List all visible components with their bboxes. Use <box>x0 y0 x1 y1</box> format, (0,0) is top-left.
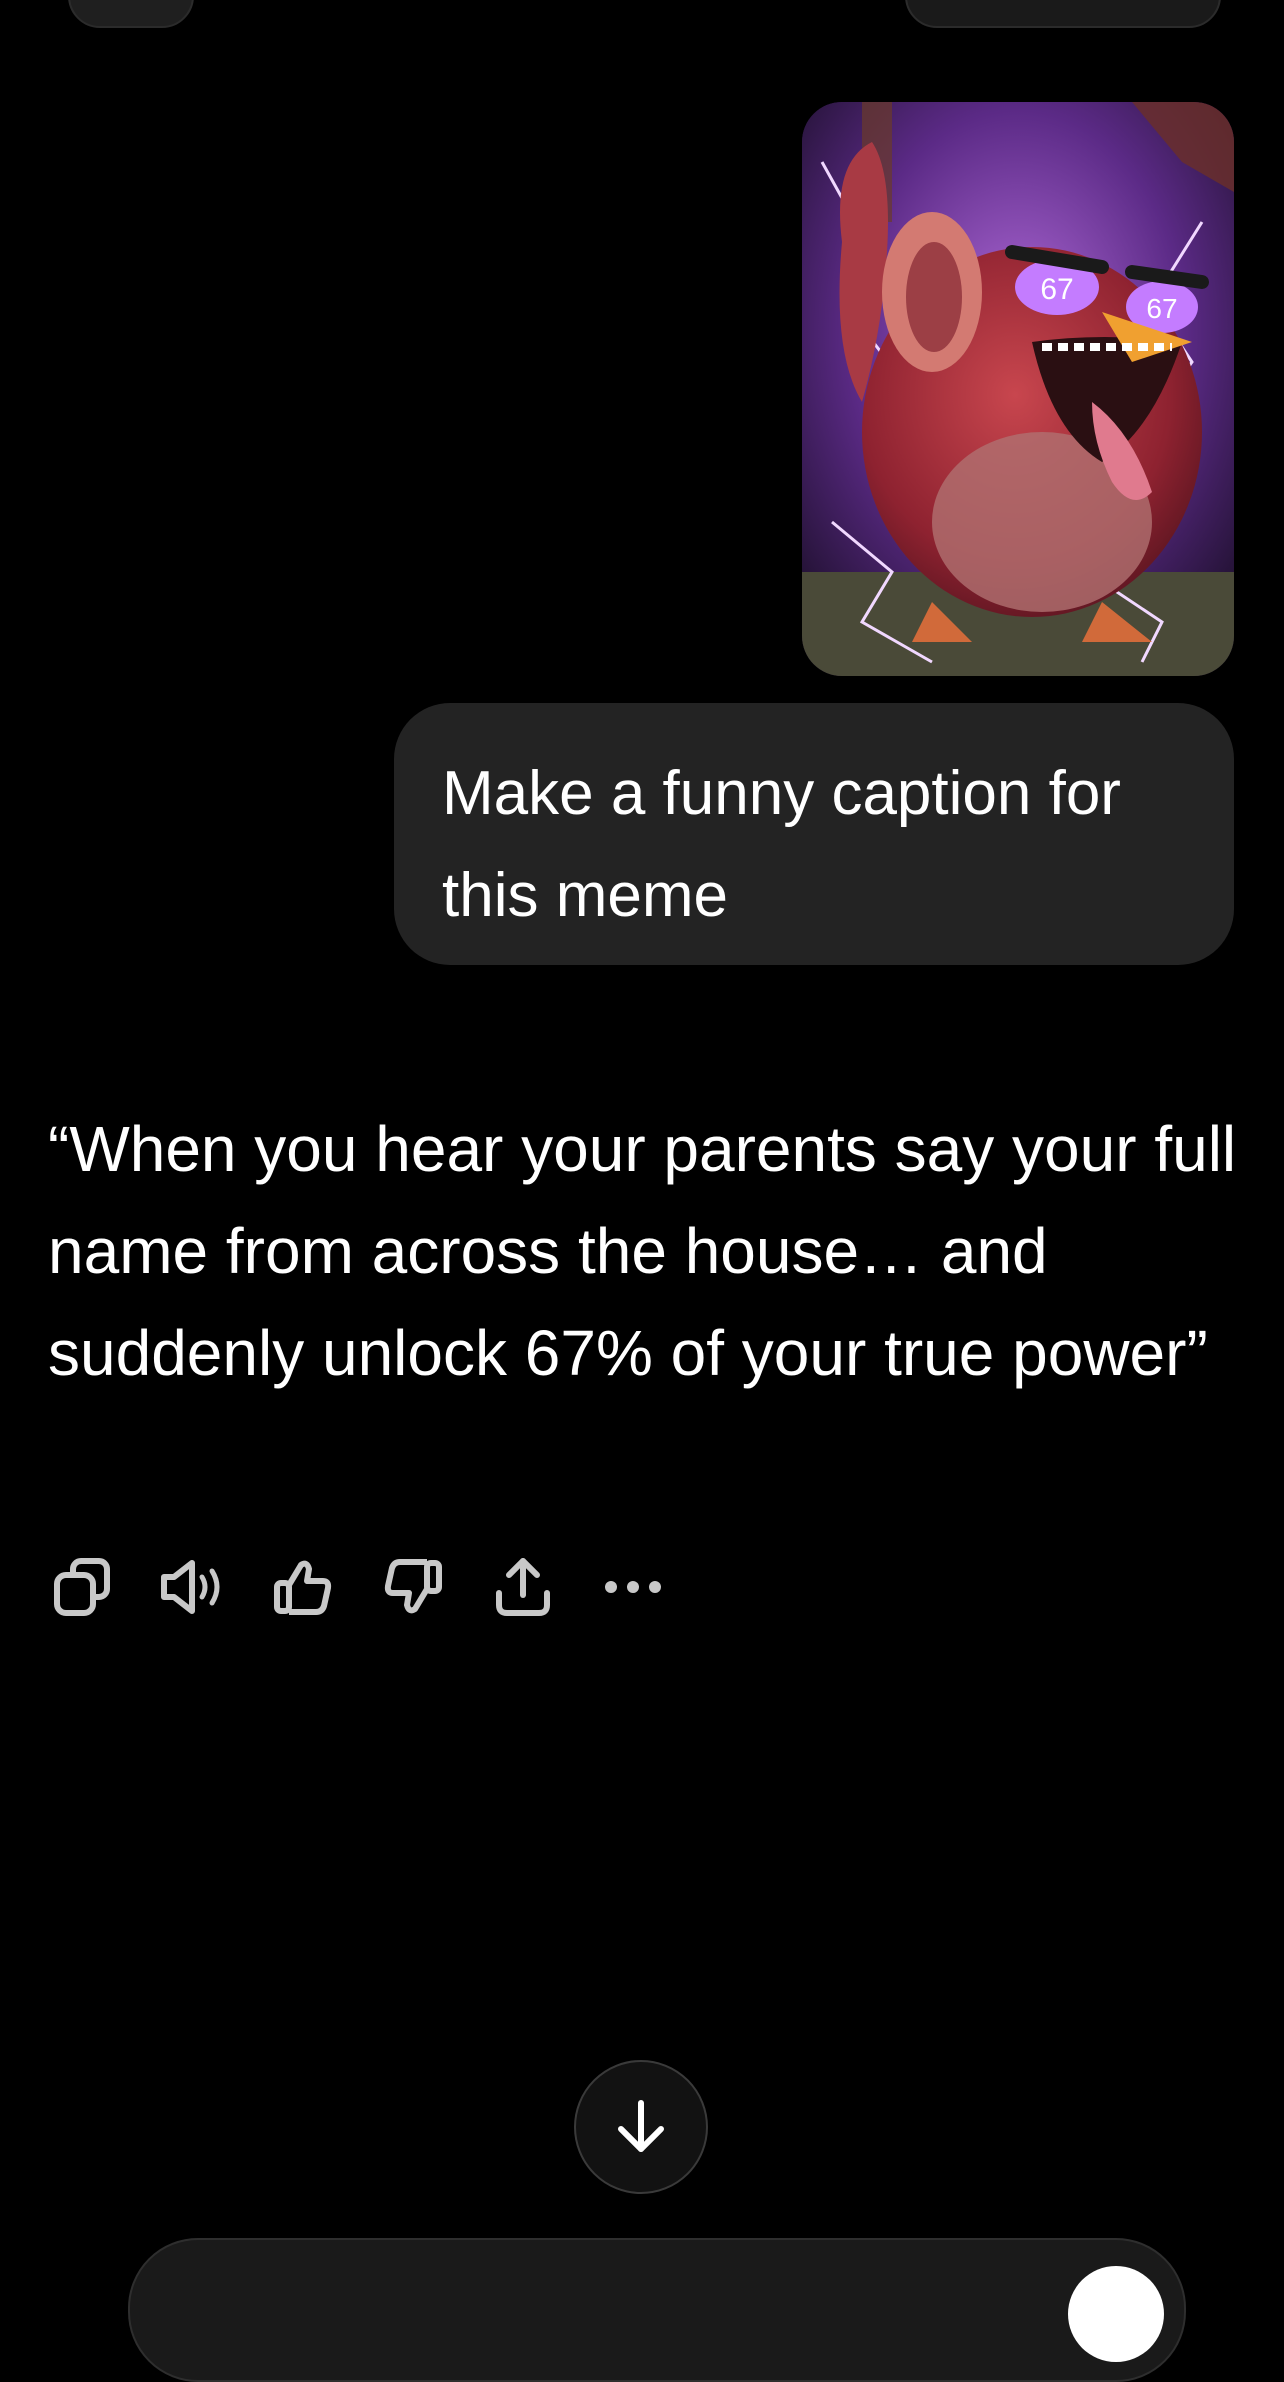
thumbs-up-icon <box>274 1560 332 1615</box>
copy-button[interactable] <box>48 1552 118 1622</box>
previous-message-button[interactable] <box>68 0 194 28</box>
more-button[interactable] <box>598 1552 668 1622</box>
send-button[interactable] <box>1068 2266 1164 2362</box>
user-message-bubble: Make a funny caption for this meme <box>394 703 1234 965</box>
previous-message-bubble <box>905 0 1221 28</box>
user-uploaded-image[interactable]: 67 67 <box>802 102 1234 676</box>
copy-icon <box>54 1558 110 1616</box>
message-composer[interactable] <box>128 2238 1186 2382</box>
scroll-down-button[interactable] <box>574 2060 708 2194</box>
right-eye-number: 67 <box>1146 293 1177 324</box>
thumbs-down-icon <box>384 1559 442 1614</box>
read-aloud-icon <box>161 1560 220 1614</box>
assistant-message-text: “When you hear your parents say your ful… <box>48 1113 1237 1389</box>
thumbs-down-button[interactable] <box>378 1552 448 1622</box>
more-icon <box>605 1581 661 1593</box>
arrow-down-icon <box>618 2100 664 2152</box>
share-icon <box>496 1558 550 1616</box>
user-message-text: Make a funny caption for this meme <box>442 759 1121 930</box>
left-eye-number: 67 <box>1040 273 1073 306</box>
share-button[interactable] <box>488 1552 558 1622</box>
message-actions <box>48 1552 708 1622</box>
thumbs-up-button[interactable] <box>268 1552 338 1622</box>
read-aloud-button[interactable] <box>158 1552 228 1622</box>
